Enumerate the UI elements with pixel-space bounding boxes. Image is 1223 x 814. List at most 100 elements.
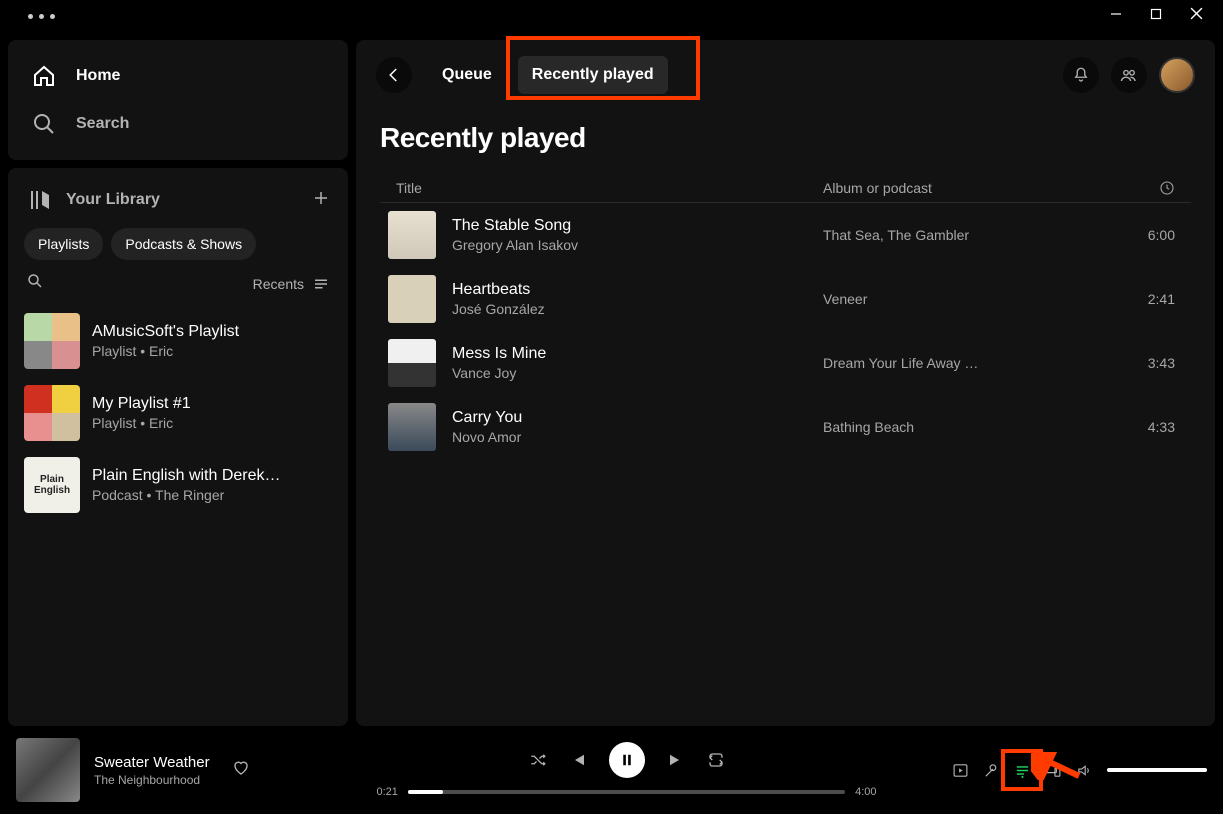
- notifications-button[interactable]: [1063, 57, 1099, 93]
- track-art: [388, 339, 436, 387]
- library-item-name: Plain English with Derek…: [92, 467, 281, 485]
- skip-forward-icon: [667, 751, 685, 769]
- nav-panel: Home Search: [8, 40, 348, 160]
- connect-device-button[interactable]: [1045, 762, 1062, 779]
- track-name: Carry You: [452, 409, 823, 427]
- library-item-name: AMusicSoft's Playlist: [92, 323, 239, 341]
- maximize-button[interactable]: [1150, 7, 1162, 25]
- nav-search[interactable]: Search: [8, 100, 348, 148]
- progress-bar[interactable]: [408, 790, 845, 794]
- elapsed-time: 0:21: [377, 786, 398, 798]
- podcast-art: PlainEnglish: [24, 457, 80, 513]
- plus-icon: [312, 189, 330, 207]
- library-header[interactable]: Your Library: [28, 188, 160, 212]
- nav-home[interactable]: Home: [8, 52, 348, 100]
- track-name: The Stable Song: [452, 217, 823, 235]
- previous-button[interactable]: [569, 751, 587, 769]
- track-duration: 4:33: [1123, 419, 1183, 435]
- track-artist: Gregory Alan Isakov: [452, 237, 823, 253]
- library-search-button[interactable]: [26, 272, 44, 295]
- table-header: Title Album or podcast: [380, 174, 1191, 203]
- library-panel: Your Library Playlists Podcasts & Shows …: [8, 168, 348, 726]
- filter-playlists[interactable]: Playlists: [24, 228, 103, 260]
- track-art: [388, 403, 436, 451]
- nav-home-label: Home: [76, 67, 120, 85]
- queue-button[interactable]: [1014, 762, 1031, 779]
- profile-avatar[interactable]: [1159, 57, 1195, 93]
- track-row[interactable]: Carry You Novo Amor Bathing Beach 4:33: [380, 395, 1191, 459]
- sort-label: Recents: [253, 276, 304, 292]
- heart-icon: [232, 759, 250, 777]
- lyrics-button[interactable]: [983, 762, 1000, 779]
- close-button[interactable]: [1190, 7, 1203, 25]
- library-item-meta: Playlist • Eric: [92, 343, 239, 359]
- volume-icon: [1076, 762, 1093, 779]
- track-album: That Sea, The Gambler: [823, 227, 1123, 243]
- track-duration: 2:41: [1123, 291, 1183, 307]
- total-time: 4:00: [855, 786, 876, 798]
- tab-recently-played[interactable]: Recently played: [518, 56, 668, 94]
- clock-icon: [1159, 180, 1175, 196]
- menu-dots[interactable]: [12, 14, 55, 19]
- create-playlist-button[interactable]: [312, 189, 330, 212]
- player-bar: Sweater Weather The Neighbourhood: [0, 726, 1223, 814]
- main-panel: Queue Recently played Recently played Ti…: [356, 40, 1215, 726]
- next-button[interactable]: [667, 751, 685, 769]
- skip-back-icon: [569, 751, 587, 769]
- repeat-icon: [707, 751, 725, 769]
- volume-slider[interactable]: [1107, 768, 1207, 772]
- track-artist: Vance Joy: [452, 365, 823, 381]
- shuffle-button[interactable]: [529, 751, 547, 769]
- titlebar: [0, 0, 1223, 32]
- now-playing-artist[interactable]: The Neighbourhood: [94, 773, 210, 787]
- like-button[interactable]: [232, 759, 250, 782]
- playlist-art: [24, 385, 80, 441]
- playlist-art: [24, 313, 80, 369]
- track-album: Dream Your Life Away …: [823, 355, 1123, 371]
- people-icon: [1120, 66, 1138, 84]
- library-item-name: My Playlist #1: [92, 395, 191, 413]
- track-album: Veneer: [823, 291, 1123, 307]
- track-art: [388, 211, 436, 259]
- library-item[interactable]: AMusicSoft's Playlist Playlist • Eric: [16, 305, 340, 377]
- queue-icon: [1014, 762, 1031, 779]
- search-icon: [26, 272, 44, 290]
- track-row[interactable]: Heartbeats José González Veneer 2:41: [380, 267, 1191, 331]
- library-item-meta: Playlist • Eric: [92, 415, 191, 431]
- track-album: Bathing Beach: [823, 419, 1123, 435]
- home-icon: [32, 64, 56, 88]
- track-artist: José González: [452, 301, 823, 317]
- friends-button[interactable]: [1111, 57, 1147, 93]
- shuffle-icon: [529, 751, 547, 769]
- volume-button[interactable]: [1076, 762, 1093, 779]
- play-square-icon: [952, 762, 969, 779]
- bell-icon: [1072, 66, 1090, 84]
- devices-icon: [1045, 762, 1062, 779]
- library-label: Your Library: [66, 191, 160, 209]
- track-row[interactable]: The Stable Song Gregory Alan Isakov That…: [380, 203, 1191, 267]
- now-playing-art[interactable]: [16, 738, 80, 802]
- library-item-meta: Podcast • The Ringer: [92, 487, 281, 503]
- mic-icon: [983, 762, 1000, 779]
- track-name: Mess Is Mine: [452, 345, 823, 363]
- track-row[interactable]: Mess Is Mine Vance Joy Dream Your Life A…: [380, 331, 1191, 395]
- track-art: [388, 275, 436, 323]
- now-playing-title[interactable]: Sweater Weather: [94, 754, 210, 771]
- column-duration: [1123, 180, 1183, 196]
- repeat-button[interactable]: [707, 751, 725, 769]
- now-playing-view-button[interactable]: [952, 762, 969, 779]
- nav-search-label: Search: [76, 115, 129, 133]
- track-artist: Novo Amor: [452, 429, 823, 445]
- track-name: Heartbeats: [452, 281, 823, 299]
- back-button[interactable]: [376, 57, 412, 93]
- play-pause-button[interactable]: [609, 742, 645, 778]
- chevron-left-icon: [385, 66, 403, 84]
- tab-queue[interactable]: Queue: [428, 56, 506, 94]
- library-icon: [28, 188, 52, 212]
- sort-recents-button[interactable]: Recents: [253, 275, 330, 293]
- filter-podcasts[interactable]: Podcasts & Shows: [111, 228, 256, 260]
- minimize-button[interactable]: [1110, 7, 1122, 25]
- library-item[interactable]: PlainEnglish Plain English with Derek… P…: [16, 449, 340, 521]
- library-item[interactable]: My Playlist #1 Playlist • Eric: [16, 377, 340, 449]
- list-icon: [312, 275, 330, 293]
